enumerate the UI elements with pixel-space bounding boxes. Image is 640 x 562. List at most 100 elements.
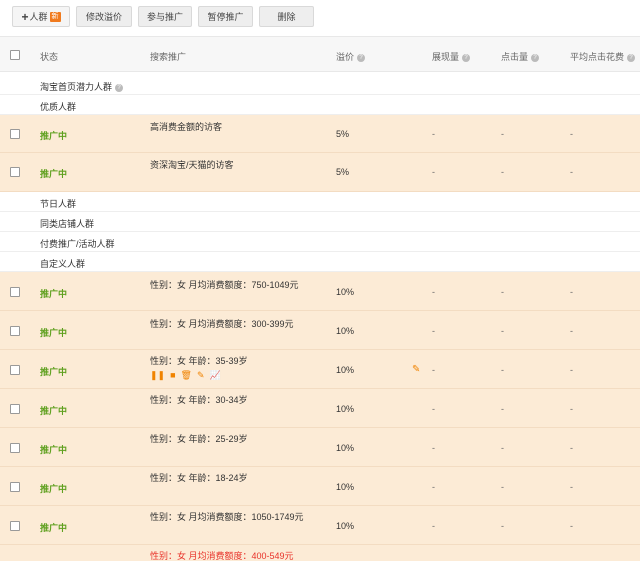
chart-icon[interactable]: 📈 xyxy=(210,370,221,381)
crowd-name: 性别：女 年龄：30-34岁 xyxy=(150,395,248,405)
edit-icon[interactable]: ✎ xyxy=(197,370,205,381)
premium-value[interactable]: 10% xyxy=(336,287,354,297)
row-checkbox[interactable] xyxy=(10,129,20,139)
table-row: 推广中 性别：女 年龄：35-39岁 ❚❚ ■ 🗑 ✎ 📈 10% ✎ - - - xyxy=(0,350,640,389)
col-premium[interactable]: 溢价? xyxy=(336,50,366,63)
modify-premium-button[interactable]: 修改溢价 xyxy=(76,6,132,27)
avg-cost-value: - xyxy=(570,287,573,297)
impressions-value: - xyxy=(432,521,435,531)
premium-value[interactable]: 5% xyxy=(336,167,349,177)
group-row: 付费推广/活动人群 xyxy=(0,232,640,252)
pause-promotion-button[interactable]: 暂停推广 xyxy=(198,6,253,27)
row-checkbox[interactable] xyxy=(10,326,20,336)
row-checkbox[interactable] xyxy=(10,287,20,297)
crowd-name: 性别：女 月均消费额度：400-549元 xyxy=(150,551,294,561)
select-all-checkbox[interactable] xyxy=(10,50,20,60)
avg-cost-value: - xyxy=(570,365,573,375)
table-row: 推广中 性别：女 年龄：30-34岁 10% - - - xyxy=(0,389,640,428)
crowd-name: 性别：女 年龄：35-39岁 xyxy=(150,356,248,366)
trash-icon[interactable]: 🗑 xyxy=(181,370,192,381)
avg-cost-value: - xyxy=(570,167,573,177)
status-label: 推广中 xyxy=(40,289,68,299)
group-label: 自定义人群 xyxy=(40,259,86,269)
toolbar: + 人群 新 修改溢价 参与推广 暂停推广 删除 xyxy=(0,0,640,36)
group-label: 优质人群 xyxy=(40,102,77,112)
add-crowd-button[interactable]: + 人群 新 xyxy=(12,6,70,27)
group-label: 同类店铺人群 xyxy=(40,219,95,229)
help-icon[interactable]: ? xyxy=(115,83,124,92)
group-label: 付费推广/活动人群 xyxy=(40,239,115,249)
crowd-name: 性别：女 月均消费额度：1050-1749元 xyxy=(150,512,304,522)
row-checkbox[interactable] xyxy=(10,404,20,414)
impressions-value: - xyxy=(432,326,435,336)
avg-cost-value: - xyxy=(570,404,573,414)
new-badge: 新 xyxy=(49,11,61,22)
col-impressions[interactable]: 展现量? xyxy=(432,50,471,63)
premium-value[interactable]: 10% xyxy=(336,521,354,531)
premium-value[interactable]: 10% xyxy=(336,326,354,336)
row-checkbox[interactable] xyxy=(10,521,20,531)
join-promotion-button[interactable]: 参与推广 xyxy=(138,6,192,27)
clicks-value: - xyxy=(501,326,504,336)
group-row: 优质人群 xyxy=(0,95,640,115)
crowd-name: 性别：女 月均消费额度：750-1049元 xyxy=(150,280,299,290)
status-label: 推广中 xyxy=(40,445,68,455)
status-label: 推广中 xyxy=(40,406,68,416)
status-label: 推广中 xyxy=(40,523,68,533)
pause-icon[interactable]: ❚❚ xyxy=(150,370,165,381)
impressions-value: - xyxy=(432,287,435,297)
col-avg-cost[interactable]: 平均点击花费? xyxy=(570,50,636,63)
table-row: 推广中 性别：女 月均消费额度：750-1049元 10% - - - xyxy=(0,272,640,311)
impressions-value: - xyxy=(432,365,435,375)
help-icon[interactable]: ? xyxy=(531,53,540,62)
premium-value[interactable]: 10% xyxy=(336,443,354,453)
table-row: 推广中 性别：女 月均消费额度：1050-1749元 10% - - - xyxy=(0,506,640,545)
group-label: 节日人群 xyxy=(40,199,77,209)
premium-value[interactable]: 5% xyxy=(336,129,349,139)
edit-icon[interactable]: ✎ xyxy=(412,364,420,375)
row-checkbox[interactable] xyxy=(10,443,20,453)
group-row: 节日人群 xyxy=(0,192,640,212)
stop-icon[interactable]: ■ xyxy=(170,370,175,380)
delete-button[interactable]: 删除 xyxy=(259,6,314,27)
col-search[interactable]: 搜索推广 xyxy=(150,50,186,63)
impressions-value: - xyxy=(432,404,435,414)
avg-cost-value: - xyxy=(570,521,573,531)
crowd-name: 性别：女 年龄：18-24岁 xyxy=(150,473,248,483)
avg-cost-value: - xyxy=(570,129,573,139)
row-checkbox[interactable] xyxy=(10,167,20,177)
clicks-value: - xyxy=(501,167,504,177)
status-label: 推广中 xyxy=(40,131,68,141)
clicks-value: - xyxy=(501,482,504,492)
status-label: 推广中 xyxy=(40,367,68,377)
table-header: 状态 搜索推广 溢价? 展现量? 点击量? 平均点击花费? xyxy=(0,36,640,72)
table-row: 推广中 性别：女 年龄：25-29岁 10% - - - xyxy=(0,428,640,467)
col-clicks[interactable]: 点击量? xyxy=(501,50,540,63)
clicks-value: - xyxy=(501,521,504,531)
plus-icon: + xyxy=(21,9,29,24)
row-actions: ❚❚ ■ 🗑 ✎ 📈 xyxy=(150,370,226,381)
help-icon[interactable]: ? xyxy=(357,53,366,62)
impressions-value: - xyxy=(432,443,435,453)
premium-value[interactable]: 10% xyxy=(336,482,354,492)
table-row: 性别：女 月均消费额度：400-549元 xyxy=(0,545,640,561)
crowd-name: 资深淘宝/天猫的访客 xyxy=(150,160,234,170)
col-status[interactable]: 状态 xyxy=(40,50,58,63)
help-icon[interactable]: ? xyxy=(462,53,471,62)
help-icon[interactable]: ? xyxy=(627,53,636,62)
group-row: 自定义人群 xyxy=(0,252,640,272)
clicks-value: - xyxy=(501,404,504,414)
row-checkbox[interactable] xyxy=(10,482,20,492)
premium-value[interactable]: 10% xyxy=(336,365,354,375)
impressions-value: - xyxy=(432,167,435,177)
premium-value[interactable]: 10% xyxy=(336,404,354,414)
group-label: 淘宝首页潜力人群 xyxy=(40,82,113,92)
row-checkbox[interactable] xyxy=(10,365,20,375)
clicks-value: - xyxy=(501,129,504,139)
crowd-name: 高消费金额的访客 xyxy=(150,122,223,132)
crowd-name: 性别：女 月均消费额度：300-399元 xyxy=(150,319,294,329)
group-row: 淘宝首页潜力人群? xyxy=(0,75,640,95)
status-label: 推广中 xyxy=(40,169,68,179)
avg-cost-value: - xyxy=(570,443,573,453)
status-label: 推广中 xyxy=(40,484,68,494)
